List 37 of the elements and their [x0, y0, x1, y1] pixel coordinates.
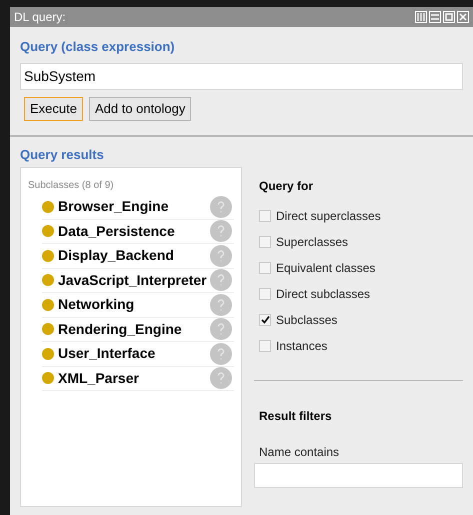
class-name[interactable]: XML_Parser — [58, 368, 210, 389]
option-checkbox[interactable]: Equivalent classes — [259, 259, 463, 276]
option-checkbox[interactable]: Subclasses — [259, 311, 463, 328]
field-label: Name contains — [258, 444, 340, 461]
help-icon[interactable] — [210, 294, 232, 316]
close-icon[interactable] — [457, 11, 469, 23]
class-name[interactable]: User_Interface — [58, 343, 210, 364]
section-title: Query (class expression) — [20, 38, 176, 56]
class-name[interactable]: JavaScript_Interpreter — [58, 270, 210, 291]
help-icon[interactable] — [210, 269, 232, 292]
query-field[interactable]: SubSystem — [20, 62, 463, 90]
option-checkbox[interactable]: Instances — [259, 337, 463, 354]
action-button[interactable]: Execute — [24, 96, 83, 120]
help-icon[interactable] — [210, 196, 232, 218]
section-title: Query results — [20, 146, 105, 164]
maximize-icon[interactable] — [443, 11, 455, 23]
minimize-icon[interactable] — [429, 11, 441, 23]
help-icon[interactable] — [210, 342, 232, 365]
help-icon[interactable] — [210, 244, 232, 267]
help-icon[interactable] — [210, 318, 232, 340]
class-name[interactable]: Networking — [58, 294, 210, 316]
class-name[interactable]: Data_Persistence — [58, 220, 210, 242]
help-icon[interactable] — [210, 220, 232, 242]
split-view-icon[interactable] — [415, 11, 427, 23]
class-name[interactable]: Rendering_Engine — [58, 318, 210, 340]
help-icon[interactable] — [210, 367, 232, 390]
class-name[interactable]: Browser_Engine — [58, 196, 210, 218]
class-name[interactable]: Display_Backend — [58, 245, 210, 266]
action-button[interactable]: Add to ontology — [88, 96, 192, 120]
section-title: Query for — [258, 178, 314, 195]
name-filter-field[interactable] — [254, 463, 463, 488]
option-checkbox[interactable]: Superclasses — [259, 233, 463, 250]
section-title: Result filters — [258, 408, 333, 425]
option-checkbox[interactable]: Direct superclasses — [259, 207, 463, 224]
option-checkbox[interactable]: Direct subclasses — [259, 285, 463, 302]
window-title: DL query: — [14, 9, 66, 26]
group-label: Subclasses (8 of 9) — [28, 179, 115, 193]
